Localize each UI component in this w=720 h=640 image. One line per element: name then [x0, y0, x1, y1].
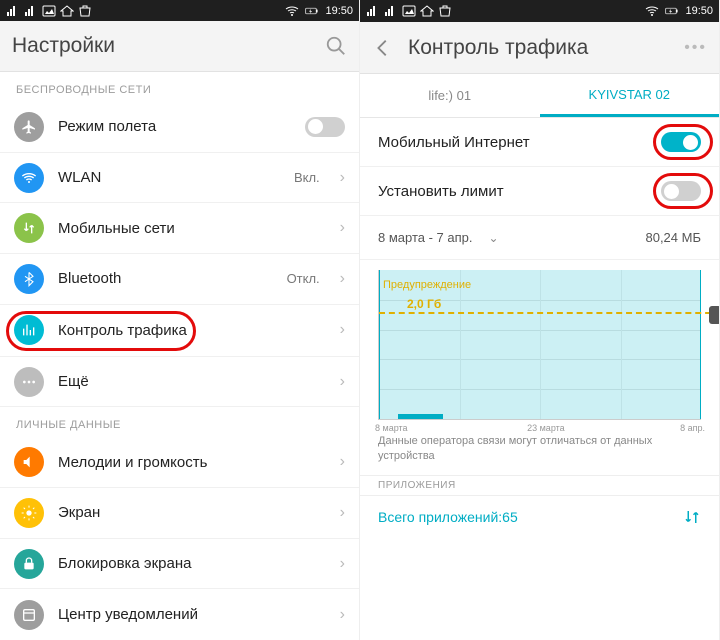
chevron-right-icon: › [340, 321, 345, 339]
usage-chart: Предупреждение 2,0 Гб 8 марта 23 марта 8… [360, 260, 719, 424]
airplane-icon [14, 112, 44, 142]
page-title: Настройки [12, 34, 115, 58]
axis-tick: 8 апр. [680, 423, 705, 433]
store-icon [78, 5, 92, 17]
status-bar: 19:50 [360, 0, 719, 22]
settings-header: Настройки [0, 21, 359, 72]
row-label: Ещё [58, 373, 320, 390]
row-label: Блокировка экрана [58, 555, 320, 572]
axis-tick: 23 марта [527, 423, 565, 433]
period-row[interactable]: 8 марта - 7 апр. ⌄ 80,24 МБ [360, 216, 719, 260]
battery-charging-icon [665, 5, 679, 17]
chevron-right-icon: › [340, 270, 345, 288]
data-transfer-icon [14, 213, 44, 243]
row-notifications[interactable]: Центр уведомлений › [0, 589, 359, 640]
home-icon [420, 5, 434, 17]
row-bluetooth[interactable]: Bluetooth Откл. › [0, 254, 359, 305]
row-label: Bluetooth [58, 270, 273, 287]
axis-tick: 8 марта [375, 423, 408, 433]
row-label: Контроль трафика [58, 322, 320, 339]
chevron-right-icon: › [340, 169, 345, 187]
sound-icon [14, 447, 44, 477]
row-value: Откл. [287, 271, 320, 286]
lock-icon [14, 549, 44, 579]
row-label: Установить лимит [378, 183, 661, 200]
warning-value: 2,0 Гб [407, 297, 441, 311]
sort-icon[interactable] [683, 508, 701, 526]
image-icon [402, 5, 416, 17]
chart-icon [14, 315, 44, 345]
store-icon [438, 5, 452, 17]
chevron-right-icon: › [340, 555, 345, 573]
row-mobile-internet[interactable]: Мобильный Интернет [360, 118, 719, 167]
sim-tabs: life:) 01 KYIVSTAR 02 [360, 74, 719, 118]
back-icon[interactable] [372, 37, 394, 59]
row-set-limit[interactable]: Установить лимит [360, 167, 719, 216]
row-label: Мелодии и громкость [58, 454, 320, 471]
signal-icon [366, 5, 380, 17]
data-amount: 80,24 МБ [645, 230, 701, 245]
image-icon [42, 5, 56, 17]
status-bar: 19:50 [0, 0, 359, 21]
search-icon[interactable] [325, 35, 347, 57]
row-sound[interactable]: Мелодии и громкость › [0, 437, 359, 488]
row-label: Центр уведомлений [58, 606, 320, 623]
row-label: Мобильный Интернет [378, 134, 661, 151]
wifi-icon [285, 5, 299, 17]
status-time: 19:50 [325, 5, 353, 17]
battery-charging-icon [305, 5, 319, 17]
chevron-right-icon: › [340, 504, 345, 522]
chevron-right-icon: › [340, 453, 345, 471]
more-icon[interactable]: ••• [684, 39, 707, 57]
row-lockscreen[interactable]: Блокировка экрана › [0, 539, 359, 590]
chevron-right-icon: › [340, 606, 345, 624]
row-wlan[interactable]: WLAN Вкл. › [0, 153, 359, 204]
chevron-right-icon: › [340, 373, 345, 391]
traffic-header: Контроль трафика ••• [360, 22, 719, 74]
tab-sim1[interactable]: life:) 01 [360, 74, 540, 117]
warning-handle[interactable] [709, 306, 720, 324]
row-airplane[interactable]: Режим полета [0, 102, 359, 153]
chart-area[interactable]: Предупреждение 2,0 Гб 8 марта 23 марта 8… [378, 270, 701, 420]
selected-range[interactable] [379, 270, 701, 419]
home-icon [60, 5, 74, 17]
status-time: 19:50 [685, 5, 713, 17]
row-display[interactable]: Экран › [0, 488, 359, 539]
dots-icon [14, 367, 44, 397]
chevron-right-icon: › [340, 219, 345, 237]
traffic-screen: 19:50 Контроль трафика ••• life:) 01 KYI… [360, 0, 720, 640]
row-traffic-control[interactable]: Контроль трафика › [0, 305, 359, 357]
row-more[interactable]: Ещё › [0, 357, 359, 408]
signal-icon [384, 5, 398, 17]
section-wireless-label: БЕСПРОВОДНЫЕ СЕТИ [0, 72, 359, 102]
row-label: WLAN [58, 169, 280, 186]
set-limit-toggle[interactable] [661, 181, 701, 201]
signal-icon [6, 5, 20, 17]
apps-total-label: Всего приложений:65 [378, 509, 683, 525]
row-label: Экран [58, 504, 320, 521]
tab-sim2[interactable]: KYIVSTAR 02 [540, 74, 720, 117]
bluetooth-icon [14, 264, 44, 294]
row-label: Мобильные сети [58, 220, 320, 237]
airplane-toggle[interactable] [305, 117, 345, 137]
row-apps-total[interactable]: Всего приложений:65 [360, 495, 719, 538]
wifi-icon [645, 5, 659, 17]
section-personal-label: ЛИЧНЫЕ ДАННЫЕ [0, 407, 359, 437]
period-label: 8 марта - 7 апр. [378, 230, 473, 245]
data-bar [398, 414, 443, 419]
wifi-icon [14, 163, 44, 193]
section-apps-label: ПРИЛОЖЕНИЯ [360, 475, 719, 495]
warning-line[interactable] [379, 312, 720, 314]
row-mobile-networks[interactable]: Мобильные сети › [0, 203, 359, 254]
signal-icon [24, 5, 38, 17]
page-title: Контроль трафика [408, 36, 588, 60]
row-value: Вкл. [294, 170, 320, 185]
warning-label: Предупреждение [383, 279, 471, 291]
brightness-icon [14, 498, 44, 528]
row-label: Режим полета [58, 118, 291, 135]
notification-icon [14, 600, 44, 630]
chevron-down-icon: ⌄ [489, 231, 499, 245]
mobile-internet-toggle[interactable] [661, 132, 701, 152]
settings-screen: 19:50 Настройки БЕСПРОВОДНЫЕ СЕТИ Режим … [0, 0, 360, 640]
